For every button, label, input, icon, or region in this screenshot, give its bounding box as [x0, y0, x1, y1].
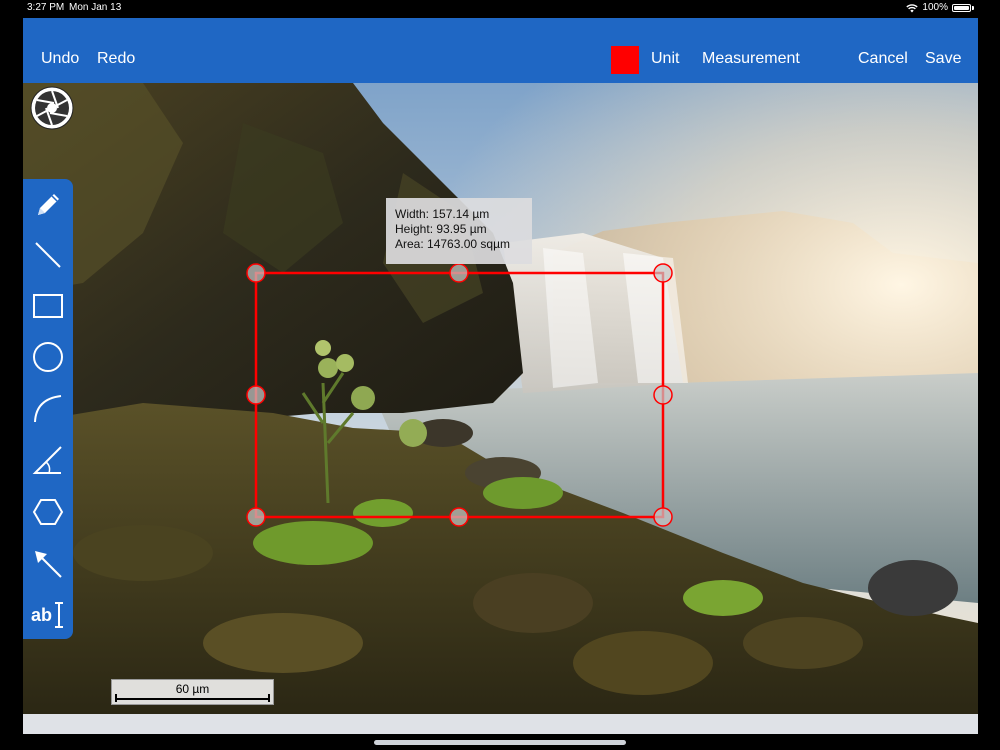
handle-bottom-right[interactable] — [653, 507, 673, 527]
scale-bar-tick-right — [268, 694, 270, 702]
scale-bar[interactable]: 60 µm — [111, 679, 274, 705]
wifi-icon — [906, 3, 919, 12]
scale-bar-label: 60 µm — [175, 682, 210, 696]
handle-middle-left[interactable] — [246, 385, 266, 405]
handle-bottom-left[interactable] — [246, 507, 266, 527]
redo-button[interactable]: Redo — [97, 49, 135, 69]
scale-bar-tick-left — [115, 694, 117, 702]
unit-button[interactable]: Unit — [651, 49, 679, 69]
top-toolbar: Undo Redo Unit Measurement Cancel Save — [23, 18, 978, 84]
app-window: Undo Redo Unit Measurement Cancel Save a… — [23, 18, 978, 734]
measurement-width: Width: 157.14 µm — [395, 207, 490, 221]
measurement-button[interactable]: Measurement — [702, 49, 800, 69]
undo-button[interactable]: Undo — [41, 49, 79, 69]
battery-percent: 100% — [922, 2, 948, 13]
handle-middle-right[interactable] — [653, 385, 673, 405]
cancel-button[interactable]: Cancel — [858, 49, 908, 69]
measurement-area: Area: 14763.00 sqµm — [395, 237, 510, 251]
status-date: Mon Jan 13 — [69, 2, 122, 13]
scale-bar-line — [115, 698, 270, 700]
handle-top-left[interactable] — [246, 263, 266, 283]
status-bar: 3:27 PM Mon Jan 13 100% — [0, 0, 1000, 18]
measurement-tooltip: Width: 157.14 µm Height: 93.95 µm Area: … — [386, 198, 532, 264]
handle-bottom-center[interactable] — [449, 507, 469, 527]
status-right: 100% — [906, 0, 974, 16]
save-button[interactable]: Save — [925, 49, 961, 69]
bottom-strip — [23, 714, 978, 734]
image-canvas[interactable]: ab Width: 157.14 µm Height: 93.95 µm Are… — [23, 83, 978, 714]
status-time: 3:27 PM — [27, 2, 65, 13]
battery-icon — [952, 4, 971, 12]
color-picker-button[interactable] — [611, 46, 639, 74]
measurement-overlay — [246, 263, 673, 527]
measurement-height: Height: 93.95 µm — [395, 222, 487, 236]
handle-top-right[interactable] — [653, 263, 673, 283]
handle-top-center[interactable] — [449, 263, 469, 283]
home-indicator[interactable] — [374, 740, 626, 745]
measurement-rectangle[interactable] — [254, 271, 665, 519]
battery-cap — [972, 6, 974, 10]
